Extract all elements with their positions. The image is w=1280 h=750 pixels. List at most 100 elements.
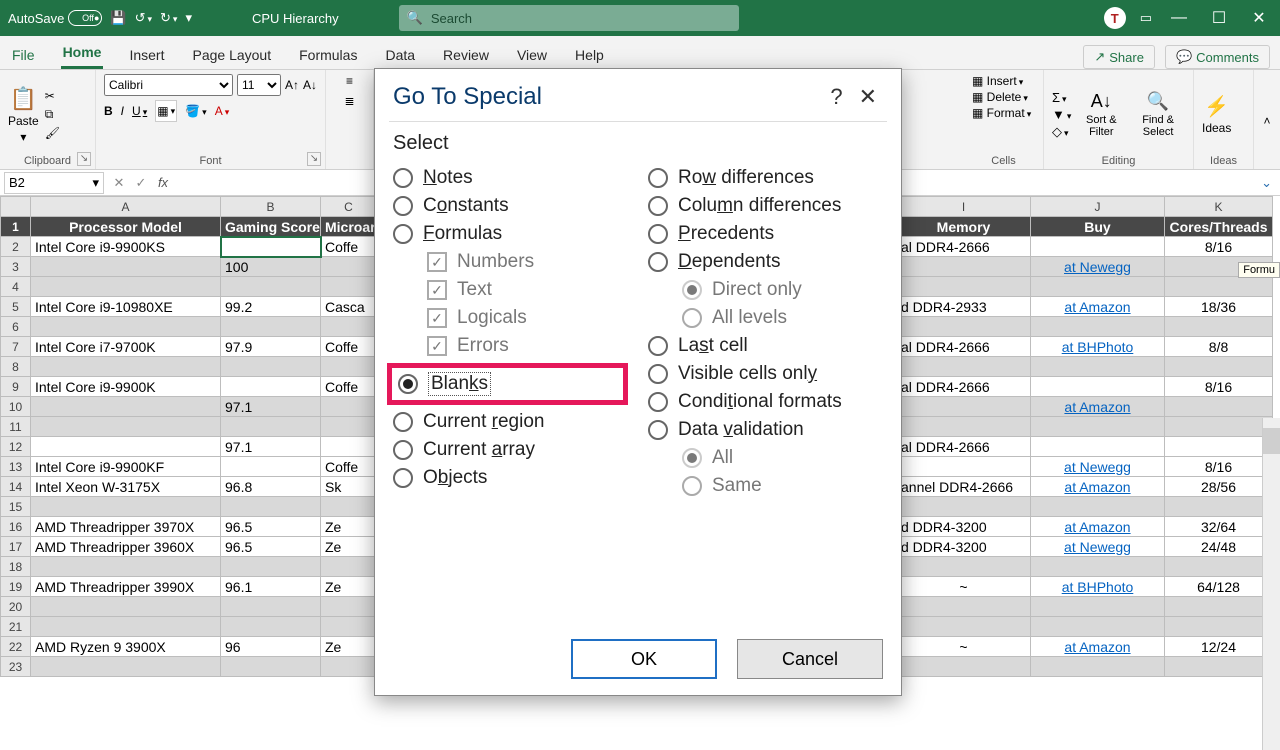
opt-precedents[interactable]: Precedents	[648, 223, 883, 245]
redo-icon[interactable]: ↻	[160, 10, 177, 26]
opt-cond-formats[interactable]: Conditional formats	[648, 391, 883, 413]
tooltip: Formu	[1238, 262, 1280, 278]
comments-button[interactable]: 💬 Comments	[1165, 45, 1270, 69]
tab-home[interactable]: Home	[61, 38, 104, 69]
ok-button[interactable]: OK	[571, 639, 717, 679]
autosave-label: AutoSave	[8, 11, 64, 26]
chevron-down-icon: ▾	[92, 175, 99, 191]
tab-formulas[interactable]: Formulas	[297, 41, 359, 69]
close-window-button[interactable]: ✕	[1246, 8, 1272, 28]
opt-direct-only: Direct only	[682, 279, 883, 301]
opt-same: Same	[682, 475, 883, 497]
clipboard-launcher[interactable]: ↘	[77, 152, 91, 166]
undo-icon[interactable]: ↺	[135, 10, 152, 26]
save-icon[interactable]: 💾	[110, 10, 126, 26]
sort-filter-button[interactable]: A↓ Sort & Filter	[1077, 91, 1125, 138]
cancel-formula-icon[interactable]: ✕	[108, 175, 130, 191]
autosave-toggle[interactable]: AutoSave Off ●	[8, 10, 102, 26]
font-launcher[interactable]: ↘	[307, 152, 321, 166]
cells-format[interactable]: ▦ Format	[972, 106, 1031, 120]
opt-logicals: ✓Logicals	[427, 307, 628, 329]
sort-icon: A↓	[1091, 91, 1112, 112]
font-name-select[interactable]: Calibri	[104, 74, 233, 96]
font-size-select[interactable]: 11	[237, 74, 281, 96]
search-placeholder: Search	[431, 11, 472, 26]
opt-data-validation[interactable]: Data validation	[648, 419, 883, 441]
autosave-state: Off	[82, 13, 94, 23]
user-avatar[interactable]: T	[1104, 7, 1126, 29]
share-button[interactable]: ↗ Share	[1083, 45, 1155, 69]
opt-dependents[interactable]: Dependents	[648, 251, 883, 273]
copy-icon[interactable]: ⧉	[45, 107, 60, 122]
qat-customize-icon[interactable]: ▾	[185, 10, 192, 26]
collapse-ribbon-icon[interactable]: ˄	[1263, 114, 1270, 128]
goto-special-dialog: Go To Special ? ✕ Select Notes Constants…	[374, 68, 902, 696]
tab-review[interactable]: Review	[441, 41, 491, 69]
cells-delete[interactable]: ▦ Delete	[972, 90, 1028, 104]
opt-constants[interactable]: Constants	[393, 195, 628, 217]
cut-icon[interactable]: ✂	[45, 89, 60, 103]
search-box[interactable]: 🔍 Search	[399, 5, 739, 31]
ribbon-mode-icon[interactable]: ▭	[1140, 10, 1152, 26]
increase-font-icon[interactable]: A↑	[285, 78, 299, 92]
align-left-icon[interactable]: ≣	[344, 94, 354, 108]
cells-insert[interactable]: ▦ Insert	[972, 74, 1023, 88]
autosum-icon[interactable]: Σ	[1052, 90, 1071, 105]
format-painter-icon[interactable]: 🖌	[45, 126, 60, 140]
document-title: CPU Hierarchy	[252, 11, 339, 26]
italic-button[interactable]: I	[121, 104, 124, 118]
group-label-font: Font	[104, 155, 317, 167]
opt-numbers: ✓Numbers	[427, 251, 628, 273]
fx-icon[interactable]: fx	[152, 175, 174, 190]
search-icon: 🔍	[407, 10, 423, 26]
opt-errors: ✓Errors	[427, 335, 628, 357]
fill-color-button[interactable]: 🪣	[185, 104, 206, 118]
opt-visible[interactable]: Visible cells only	[648, 363, 883, 385]
vertical-scrollbar[interactable]	[1262, 418, 1280, 750]
find-select-button[interactable]: 🔍 Find & Select	[1131, 91, 1185, 138]
cancel-button[interactable]: Cancel	[737, 639, 883, 679]
ribbon-tabs: File Home Insert Page Layout Formulas Da…	[0, 36, 1280, 70]
dialog-help-icon[interactable]: ?	[820, 84, 852, 110]
expand-formula-bar-icon[interactable]: ⌄	[1253, 175, 1280, 191]
decrease-font-icon[interactable]: A↓	[303, 78, 317, 92]
underline-button[interactable]: U	[132, 104, 147, 118]
group-label-clipboard: Clipboard	[8, 155, 87, 167]
clear-icon[interactable]: ◇	[1052, 124, 1071, 140]
fill-icon[interactable]: ▼	[1052, 107, 1071, 122]
opt-current-array[interactable]: Current array	[393, 439, 628, 461]
chevron-down-icon: ▾	[20, 130, 26, 144]
bold-button[interactable]: B	[104, 104, 113, 118]
tab-page-layout[interactable]: Page Layout	[190, 41, 273, 69]
tab-view[interactable]: View	[515, 41, 549, 69]
opt-col-diff[interactable]: Column differences	[648, 195, 883, 217]
name-box[interactable]: B2▾	[4, 172, 104, 194]
opt-current-region[interactable]: Current region	[393, 411, 628, 433]
opt-objects[interactable]: Objects	[393, 467, 628, 489]
font-color-button[interactable]: A	[215, 104, 230, 118]
group-label-editing: Editing	[1052, 155, 1185, 167]
paste-button[interactable]: 📋 Paste ▾	[8, 86, 39, 144]
paste-icon: 📋	[10, 86, 37, 112]
opt-notes[interactable]: Notes	[393, 167, 628, 189]
tab-insert[interactable]: Insert	[127, 41, 166, 69]
opt-row-diff[interactable]: Row differences	[648, 167, 883, 189]
dialog-section-label: Select	[375, 126, 901, 161]
opt-all: All	[682, 447, 883, 469]
dialog-close-icon[interactable]: ✕	[853, 84, 883, 110]
opt-formulas[interactable]: Formulas	[393, 223, 628, 245]
opt-last-cell[interactable]: Last cell	[648, 335, 883, 357]
title-bar: AutoSave Off ● 💾 ↺ ↻ ▾ CPU Hierarchy 🔍 S…	[0, 0, 1280, 36]
maximize-button[interactable]: ☐	[1206, 8, 1232, 28]
minimize-button[interactable]: —	[1166, 9, 1192, 27]
dialog-title: Go To Special	[393, 83, 542, 111]
tab-file[interactable]: File	[10, 41, 37, 69]
border-button[interactable]: ▦	[155, 100, 177, 122]
align-top-icon[interactable]: ≡	[346, 74, 353, 88]
opt-text: ✓Text	[427, 279, 628, 301]
tab-data[interactable]: Data	[383, 41, 417, 69]
ideas-button[interactable]: ⚡ Ideas	[1202, 94, 1231, 135]
tab-help[interactable]: Help	[573, 41, 606, 69]
opt-blanks[interactable]: Blanks	[398, 372, 553, 396]
enter-formula-icon[interactable]: ✓	[130, 175, 152, 191]
